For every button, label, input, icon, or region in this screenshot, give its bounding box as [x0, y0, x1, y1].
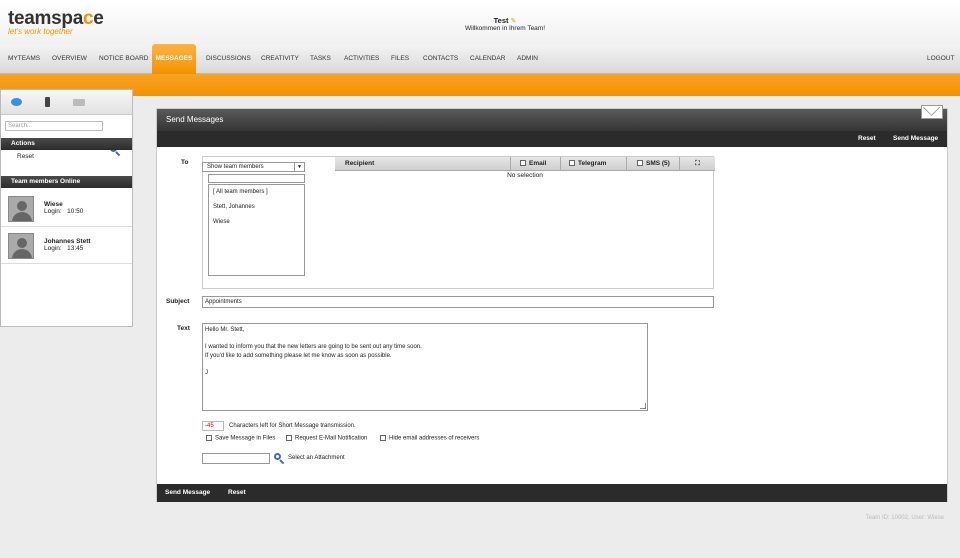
sms-column-header[interactable]: SMS (5) — [626, 157, 679, 171]
top-header: teamspace let's work together Test ✎ Wil… — [0, 0, 960, 44]
chars-left-label: Characters left for Short Message transm… — [229, 423, 356, 429]
text-line: I wanted to inform you that the new lett… — [205, 344, 422, 350]
folder-icon[interactable] — [73, 99, 85, 106]
text-line: J — [205, 369, 208, 376]
nav-discussions[interactable]: DISCUSSIONS — [206, 44, 251, 74]
sidebar-search-input[interactable]: Search... — [5, 121, 103, 131]
browse-attachment-icon[interactable] — [273, 452, 285, 465]
expand-icon[interactable]: ⛶ — [679, 157, 715, 171]
text-line-blank — [205, 360, 645, 369]
save-in-files-option[interactable]: Save Message in Files — [206, 435, 275, 442]
logo-e: e — [93, 8, 104, 29]
email-checkbox[interactable] — [520, 160, 526, 167]
text-label: Text — [177, 325, 190, 332]
subject-input[interactable]: Appointments — [202, 296, 714, 308]
nav-notice-board[interactable]: NOTICE BOARD — [99, 44, 148, 74]
actions-header: Actions — [1, 138, 132, 150]
panel-header: Send Messages — [157, 105, 947, 131]
hide-addresses-checkbox[interactable] — [380, 435, 386, 441]
list-item[interactable]: Stett, Johannes — [213, 204, 255, 210]
logo-text: teamspa — [8, 8, 83, 29]
reset-button[interactable]: Reset — [228, 484, 246, 502]
list-item[interactable]: Wiese — [213, 219, 230, 225]
member-name: Johannes Stett — [44, 238, 91, 245]
subject-label: Subject — [166, 298, 190, 305]
teamspace-logo[interactable]: teamspace let's work together — [8, 8, 104, 36]
current-user-name: Test — [493, 16, 509, 25]
request-notification-option[interactable]: Request E-Mail Notification — [286, 435, 367, 442]
message-textarea[interactable]: Hello Mr. Stett, I wanted to inform you … — [202, 323, 648, 411]
member-name: Wiese — [44, 201, 63, 208]
welcome-block: Test ✎ Willkommen in Ihrem Team! — [380, 16, 630, 32]
top-send-message-button[interactable]: Send Message — [893, 131, 938, 147]
member-login: Login: 10:50 — [44, 208, 84, 215]
sms-checkbox[interactable] — [637, 160, 643, 167]
bottom-action-bar: Send Message Reset — [157, 484, 947, 502]
nav-messages[interactable]: MESSAGES — [152, 44, 196, 74]
attachment-input[interactable] — [202, 453, 270, 464]
orange-band — [0, 74, 960, 96]
nav-admin[interactable]: ADMIN — [517, 44, 538, 74]
telegram-checkbox[interactable] — [569, 160, 575, 167]
save-in-files-checkbox[interactable] — [206, 435, 212, 441]
chat-icon[interactable] — [11, 98, 22, 106]
welcome-text: Willkommen in Ihrem Team! — [464, 25, 546, 32]
logout-link[interactable]: LOGOUT — [927, 44, 954, 74]
avatar — [8, 233, 34, 259]
phone-icon[interactable] — [45, 97, 50, 107]
top-action-bar: Reset Send Message — [157, 131, 947, 147]
to-label: To — [181, 159, 189, 166]
nav-calendar[interactable]: CALENDAR — [470, 44, 505, 74]
nav-creativity[interactable]: CREATIVITY — [261, 44, 299, 74]
nav-files[interactable]: FILES — [391, 44, 409, 74]
telegram-column-header[interactable]: Telegram — [560, 157, 626, 171]
online-member[interactable]: Johannes Stett Login: 13:45 — [1, 227, 132, 264]
sidebar: Search... Actions Reset Team members Onl… — [0, 89, 133, 327]
logo-c: c — [83, 8, 94, 29]
chars-left-counter: -45 — [202, 421, 224, 431]
email-column-header[interactable]: Email — [510, 157, 560, 171]
nav-contacts[interactable]: CONTACTS — [423, 44, 458, 74]
envelope-icon — [921, 105, 943, 119]
nav-overview[interactable]: OVERVIEW — [52, 44, 87, 74]
text-line: If you'd like to add something please le… — [205, 352, 392, 359]
top-reset-button[interactable]: Reset — [858, 131, 876, 147]
sidebar-reset-link[interactable]: Reset — [17, 153, 34, 160]
edit-pencil-icon[interactable]: ✎ — [510, 18, 516, 25]
list-item[interactable]: [ All team members ] — [213, 189, 268, 195]
member-login: Login: 13:45 — [44, 245, 84, 252]
hide-addresses-option[interactable]: Hide email addresses of receivers — [380, 435, 479, 442]
online-member[interactable]: Wiese Login: 10:50 — [1, 190, 132, 227]
send-messages-panel: Send Messages Reset Send Message To Show… — [156, 105, 948, 502]
nav-activities[interactable]: ACTIVITIES — [344, 44, 379, 74]
nav-tasks[interactable]: TASKS — [310, 44, 331, 74]
sidebar-toolbar — [1, 90, 132, 115]
send-message-button[interactable]: Send Message — [165, 484, 210, 502]
table-header: Recipient Email Telegram SMS (5) ⛶ — [335, 157, 715, 171]
member-filter-input[interactable] — [208, 174, 305, 183]
request-notification-checkbox[interactable] — [286, 435, 292, 441]
recipient-table: Recipient Email Telegram SMS (5) ⛶ No se… — [335, 157, 715, 179]
avatar — [8, 196, 34, 222]
member-filter-select[interactable]: Show team members ▼ — [202, 162, 305, 172]
no-selection-text: No selection — [507, 172, 543, 179]
text-line: Hello Mr. Stett, — [205, 327, 245, 333]
members-listbox[interactable]: [ All team members ] Stett, Johannes Wie… — [208, 184, 305, 276]
main-navigation: MYTEAMS OVERVIEW NOTICE BOARD MESSAGES D… — [0, 44, 960, 74]
chevron-down-icon[interactable]: ▼ — [294, 163, 304, 171]
resize-handle[interactable] — [640, 403, 646, 409]
recipient-column-header: Recipient — [345, 160, 375, 167]
team-user-info: Team ID: 10002, User: Wiese — [865, 515, 944, 521]
online-members-header: Team members Online — [1, 176, 132, 188]
page-title: Send Messages — [166, 115, 224, 124]
nav-myteams[interactable]: MYTEAMS — [8, 44, 40, 74]
text-line-blank — [205, 335, 645, 344]
attachment-label: Select an Attachment — [288, 455, 345, 461]
